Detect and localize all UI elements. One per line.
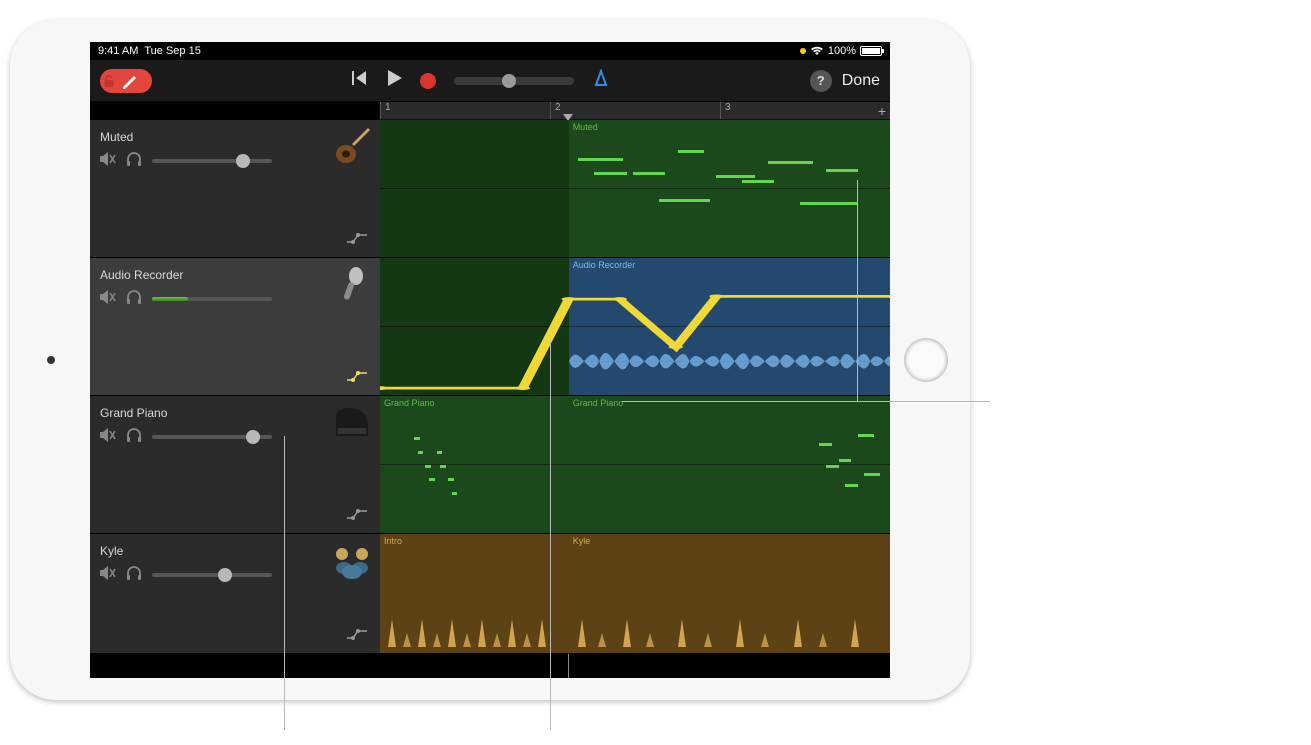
drummer-region[interactable]: Kyle — [569, 534, 890, 653]
piano-instrument-icon[interactable] — [332, 402, 372, 442]
headphone-icon[interactable] — [126, 152, 142, 169]
track-name-label: Kyle — [100, 544, 370, 558]
ipad-device-frame: 9:41 AM Tue Sep 15 100% — [10, 20, 970, 700]
track-lane[interactable]: Intro Kyle — [380, 534, 890, 653]
track-lane[interactable]: Muted — [380, 120, 890, 257]
pencil-icon — [120, 71, 140, 91]
status-time: 9:41 AM — [98, 45, 138, 57]
midi-region[interactable] — [380, 120, 569, 257]
record-button[interactable] — [420, 73, 436, 89]
track-name-label: Audio Recorder — [100, 268, 370, 282]
volume-slider[interactable] — [152, 159, 272, 163]
app-screen: 9:41 AM Tue Sep 15 100% — [90, 42, 890, 678]
track-header[interactable]: Grand Piano — [90, 396, 380, 533]
track-header[interactable]: Audio Recorder — [90, 258, 380, 395]
timeline-ruler[interactable]: 1 2 3 + — [380, 102, 890, 120]
volume-slider[interactable] — [152, 297, 272, 301]
tracks-area: Muted — [90, 120, 890, 654]
track-row: Audio Recorder — [90, 258, 890, 396]
callout-line — [284, 436, 285, 730]
region-label: Audio Recorder — [573, 260, 636, 270]
midi-region[interactable]: Grand Piano — [569, 396, 890, 533]
volume-slider[interactable] — [152, 573, 272, 577]
region-label: Intro — [384, 536, 402, 546]
toolbar: ? Done — [90, 60, 890, 102]
microphone-instrument-icon[interactable] — [332, 264, 372, 304]
headphone-icon[interactable] — [126, 566, 142, 583]
track-name-label: Grand Piano — [100, 406, 370, 420]
callout-line — [622, 401, 990, 402]
track-row: Grand Piano G — [90, 396, 890, 534]
headphone-icon[interactable] — [126, 428, 142, 445]
track-name-label: Muted — [100, 130, 370, 144]
play-button[interactable] — [388, 70, 402, 91]
drummer-region[interactable]: Intro — [380, 534, 569, 653]
midi-region[interactable] — [380, 258, 569, 395]
track-row: Muted — [90, 120, 890, 258]
add-section-button[interactable]: + — [878, 103, 886, 119]
midi-region[interactable]: Muted — [569, 120, 890, 257]
unlock-icon — [102, 74, 116, 88]
drums-instrument-icon[interactable] — [332, 540, 372, 580]
battery-icon — [860, 46, 882, 56]
wifi-icon — [810, 46, 824, 56]
track-lock-toggle[interactable] — [100, 69, 152, 93]
transport-controls — [352, 69, 610, 92]
automation-button[interactable] — [346, 369, 368, 385]
audio-region[interactable]: Audio Recorder — [569, 258, 890, 395]
mute-icon[interactable] — [100, 152, 116, 169]
metronome-button[interactable] — [592, 69, 610, 92]
track-header[interactable]: Kyle — [90, 534, 380, 653]
track-header[interactable]: Muted — [90, 120, 380, 257]
help-button[interactable]: ? — [810, 70, 832, 92]
status-date: Tue Sep 15 — [144, 45, 200, 57]
done-button[interactable]: Done — [842, 72, 880, 90]
home-button[interactable] — [904, 338, 948, 382]
headphone-icon[interactable] — [126, 290, 142, 307]
battery-percent: 100% — [828, 45, 856, 57]
automation-button[interactable] — [346, 231, 368, 247]
midi-region[interactable]: Grand Piano — [380, 396, 569, 533]
track-lane[interactable]: Grand Piano — [380, 396, 890, 533]
mute-icon[interactable] — [100, 428, 116, 445]
volume-slider[interactable] — [152, 435, 272, 439]
ruler-mark: 2 — [550, 102, 720, 119]
callout-line — [550, 340, 551, 730]
ruler-mark: 1 — [380, 102, 550, 119]
rewind-button[interactable] — [352, 71, 370, 90]
location-indicator-dot — [800, 48, 806, 54]
mute-icon[interactable] — [100, 290, 116, 307]
guitar-instrument-icon[interactable] — [332, 126, 372, 166]
automation-button[interactable] — [346, 627, 368, 643]
position-scrubber[interactable] — [454, 77, 574, 85]
automation-button[interactable] — [346, 507, 368, 523]
region-label: Kyle — [573, 536, 591, 546]
track-lane[interactable]: Audio Recorder — [380, 258, 890, 395]
camera-dot — [47, 356, 55, 364]
callout-line — [857, 180, 858, 402]
status-bar: 9:41 AM Tue Sep 15 100% — [90, 42, 890, 60]
ruler-mark: 3 — [720, 102, 890, 119]
mute-icon[interactable] — [100, 566, 116, 583]
track-row: Kyle Intro — [90, 534, 890, 654]
